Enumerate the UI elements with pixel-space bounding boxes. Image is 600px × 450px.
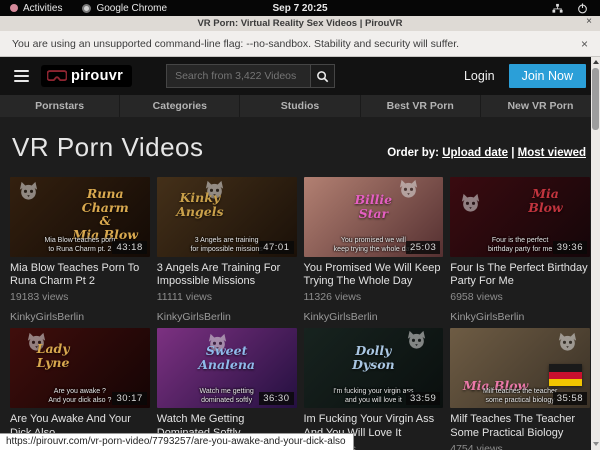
studio-cat-logo-icon bbox=[18, 181, 39, 200]
thumbnail-overlay-title: Billie Star bbox=[304, 193, 444, 220]
view-count: 4754 views bbox=[450, 443, 590, 450]
video-card[interactable]: Mia Blow Milf teaches the teacher some p… bbox=[450, 328, 590, 450]
page-title: VR Porn Videos bbox=[12, 132, 204, 163]
site-header: pirouvr Login Join Now bbox=[0, 57, 600, 95]
video-card[interactable]: Billie Star You promised we will keep tr… bbox=[304, 177, 444, 323]
german-flag-icon bbox=[549, 364, 582, 386]
studio-link[interactable]: KinkyGirlsBerlin bbox=[10, 311, 150, 323]
video-thumbnail[interactable]: Sweet Analena Watch me getting dominated… bbox=[157, 328, 297, 408]
video-card[interactable]: Runa Charm & Mia Blow Mia Blow teaches p… bbox=[10, 177, 150, 323]
scrollbar-down-arrow-icon[interactable] bbox=[591, 439, 600, 449]
video-card[interactable]: Sweet Analena Watch me getting dominated… bbox=[157, 328, 297, 450]
view-count: 11326 views bbox=[304, 291, 444, 303]
studio-cat-logo-icon bbox=[557, 332, 578, 351]
video-thumbnail[interactable]: Runa Charm & Mia Blow Mia Blow teaches p… bbox=[10, 177, 150, 257]
infobar-close-icon[interactable]: × bbox=[581, 37, 588, 51]
window-title: VR Porn: Virtual Reality Sex Videos | Pi… bbox=[197, 18, 402, 29]
logo-text: pirouvr bbox=[71, 68, 123, 84]
video-card[interactable]: Lady Lyne Are you awake ? And your dick … bbox=[10, 328, 150, 450]
nav-item-new-vr-porn[interactable]: New VR Porn bbox=[481, 95, 600, 117]
thumbnail-overlay-title: Lady Lyne bbox=[14, 342, 92, 369]
network-icon bbox=[552, 3, 563, 14]
thumbnail-overlay-title: Runa Charm & Mia Blow bbox=[65, 187, 146, 241]
order-by-most-viewed-link[interactable]: Most viewed bbox=[518, 147, 586, 159]
window-close-icon[interactable]: × bbox=[586, 16, 592, 27]
video-grid: Runa Charm & Mia Blow Mia Blow teaches p… bbox=[0, 177, 600, 450]
order-by-label: Order by: bbox=[387, 147, 439, 159]
order-by: Order by: Upload date | Most viewed bbox=[387, 147, 586, 163]
search-input[interactable] bbox=[167, 65, 310, 87]
studio-link[interactable]: KinkyGirlsBerlin bbox=[157, 311, 297, 323]
power-icon bbox=[577, 3, 588, 14]
site-logo[interactable]: pirouvr bbox=[41, 65, 132, 87]
thumbnail-overlay-title: Mia Blow bbox=[505, 187, 586, 214]
screen: Activities Google Chrome Sep 7 20:25 VR … bbox=[0, 0, 600, 450]
system-top-bar: Activities Google Chrome Sep 7 20:25 bbox=[0, 0, 600, 16]
nav-item-categories[interactable]: Categories bbox=[120, 95, 240, 117]
view-count: 19183 views bbox=[10, 291, 150, 303]
nav-item-best-vr-porn[interactable]: Best VR Porn bbox=[361, 95, 481, 117]
video-card[interactable]: Dolly Dyson I'm fucking your virgin ass … bbox=[304, 328, 444, 450]
video-thumbnail[interactable]: Billie Star You promised we will keep tr… bbox=[304, 177, 444, 257]
duration-badge: 25:03 bbox=[406, 241, 440, 254]
video-card[interactable]: Kinky Angels 3 Angels are training for i… bbox=[157, 177, 297, 323]
video-thumbnail[interactable]: Mia Blow Milf teaches the teacher some p… bbox=[450, 328, 590, 408]
app-name-label: Google Chrome bbox=[96, 3, 167, 14]
search-button[interactable] bbox=[310, 65, 334, 87]
activities-icon bbox=[10, 4, 18, 12]
view-count: 6958 views bbox=[450, 291, 590, 303]
video-title[interactable]: Mia Blow Teaches Porn To Runa Charm Pt 2 bbox=[10, 262, 150, 288]
duration-badge: 43:18 bbox=[112, 241, 146, 254]
studio-cat-logo-icon bbox=[460, 193, 481, 212]
hamburger-menu-icon[interactable] bbox=[14, 70, 29, 82]
order-by-separator: | bbox=[508, 147, 518, 159]
thumbnail-overlay-title: Kinky Angels bbox=[161, 191, 239, 218]
thumbnail-overlay-title: Sweet Analena bbox=[157, 344, 297, 371]
search-bar bbox=[166, 64, 335, 88]
scrollbar[interactable] bbox=[591, 57, 600, 450]
duration-badge: 33:59 bbox=[406, 392, 440, 405]
infobar-message: You are using an unsupported command-lin… bbox=[12, 38, 459, 50]
video-title[interactable]: Milf Teaches The Teacher Some Practical … bbox=[450, 413, 590, 439]
activities-label: Activities bbox=[23, 3, 62, 14]
video-thumbnail[interactable]: Kinky Angels 3 Angels are training for i… bbox=[157, 177, 297, 257]
site-nav: PornstarsCategoriesStudiosBest VR PornNe… bbox=[0, 95, 600, 117]
duration-badge: 47:01 bbox=[259, 241, 293, 254]
heading-row: VR Porn Videos Order by: Upload date | M… bbox=[0, 117, 600, 177]
window-title-bar[interactable]: VR Porn: Virtual Reality Sex Videos | Pi… bbox=[0, 16, 600, 31]
scrollbar-up-arrow-icon[interactable] bbox=[591, 57, 600, 67]
chrome-icon bbox=[82, 4, 91, 13]
studio-link[interactable]: KinkyGirlsBerlin bbox=[304, 311, 444, 323]
video-thumbnail[interactable]: Lady Lyne Are you awake ? And your dick … bbox=[10, 328, 150, 408]
nav-item-pornstars[interactable]: Pornstars bbox=[0, 95, 120, 117]
search-icon bbox=[316, 70, 329, 83]
studio-link[interactable]: KinkyGirlsBerlin bbox=[450, 311, 590, 323]
focused-app-menu[interactable]: Google Chrome bbox=[72, 3, 177, 14]
chrome-infobar: You are using an unsupported command-lin… bbox=[0, 31, 600, 57]
activities-button[interactable]: Activities bbox=[0, 3, 72, 14]
video-thumbnail[interactable]: Mia Blow Four is the perfect birthday pa… bbox=[450, 177, 590, 257]
system-tray[interactable] bbox=[552, 3, 600, 14]
nav-item-studios[interactable]: Studios bbox=[240, 95, 360, 117]
video-title[interactable]: 3 Angels Are Training For Impossible Mis… bbox=[157, 262, 297, 288]
video-title[interactable]: You Promised We Will Keep Trying The Who… bbox=[304, 262, 444, 288]
video-card[interactable]: Mia Blow Four is the perfect birthday pa… bbox=[450, 177, 590, 323]
view-count: 11111 views bbox=[157, 291, 297, 303]
duration-badge: 35:58 bbox=[553, 392, 587, 405]
login-link[interactable]: Login bbox=[464, 69, 495, 83]
status-url-tooltip: https://pirouvr.com/vr-porn-video/779325… bbox=[0, 433, 354, 450]
duration-badge: 39:36 bbox=[553, 241, 587, 254]
duration-badge: 36:30 bbox=[259, 392, 293, 405]
join-now-button[interactable]: Join Now bbox=[509, 64, 586, 88]
order-by-upload-date-link[interactable]: Upload date bbox=[442, 147, 508, 159]
video-title[interactable]: Four Is The Perfect Birthday Party For M… bbox=[450, 262, 590, 288]
duration-badge: 30:17 bbox=[112, 392, 146, 405]
thumbnail-overlay-title: Dolly Dyson bbox=[304, 344, 444, 371]
vr-goggles-icon bbox=[47, 70, 67, 83]
clock[interactable]: Sep 7 20:25 bbox=[272, 3, 327, 14]
video-thumbnail[interactable]: Dolly Dyson I'm fucking your virgin ass … bbox=[304, 328, 444, 408]
scrollbar-thumb[interactable] bbox=[592, 68, 599, 130]
